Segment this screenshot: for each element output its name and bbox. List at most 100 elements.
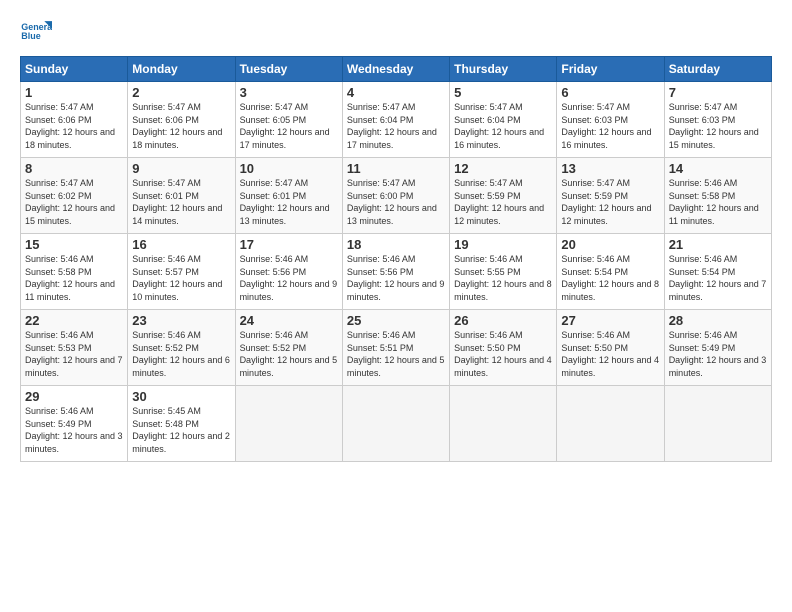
calendar-cell: 6 Sunrise: 5:47 AMSunset: 6:03 PMDayligh… <box>557 82 664 158</box>
col-header-friday: Friday <box>557 57 664 82</box>
day-number: 11 <box>347 161 445 176</box>
col-header-thursday: Thursday <box>450 57 557 82</box>
calendar-cell: 14 Sunrise: 5:46 AMSunset: 5:58 PMDaylig… <box>664 158 771 234</box>
calendar-cell: 19 Sunrise: 5:46 AMSunset: 5:55 PMDaylig… <box>450 234 557 310</box>
day-info: Sunrise: 5:47 AMSunset: 6:03 PMDaylight:… <box>561 102 651 150</box>
day-info: Sunrise: 5:47 AMSunset: 6:01 PMDaylight:… <box>240 178 330 226</box>
day-number: 25 <box>347 313 445 328</box>
day-number: 10 <box>240 161 338 176</box>
day-number: 30 <box>132 389 230 404</box>
calendar-cell: 26 Sunrise: 5:46 AMSunset: 5:50 PMDaylig… <box>450 310 557 386</box>
day-info: Sunrise: 5:47 AMSunset: 6:06 PMDaylight:… <box>132 102 222 150</box>
calendar-cell: 7 Sunrise: 5:47 AMSunset: 6:03 PMDayligh… <box>664 82 771 158</box>
day-number: 17 <box>240 237 338 252</box>
day-number: 23 <box>132 313 230 328</box>
day-number: 13 <box>561 161 659 176</box>
calendar-cell <box>235 386 342 462</box>
day-info: Sunrise: 5:46 AMSunset: 5:56 PMDaylight:… <box>240 254 338 302</box>
calendar-cell: 3 Sunrise: 5:47 AMSunset: 6:05 PMDayligh… <box>235 82 342 158</box>
day-info: Sunrise: 5:46 AMSunset: 5:53 PMDaylight:… <box>25 330 123 378</box>
day-number: 27 <box>561 313 659 328</box>
day-number: 9 <box>132 161 230 176</box>
day-info: Sunrise: 5:47 AMSunset: 5:59 PMDaylight:… <box>454 178 544 226</box>
day-info: Sunrise: 5:46 AMSunset: 5:49 PMDaylight:… <box>669 330 767 378</box>
day-number: 21 <box>669 237 767 252</box>
calendar-cell: 8 Sunrise: 5:47 AMSunset: 6:02 PMDayligh… <box>21 158 128 234</box>
col-header-wednesday: Wednesday <box>342 57 449 82</box>
calendar-table: SundayMondayTuesdayWednesdayThursdayFrid… <box>20 56 772 462</box>
day-number: 24 <box>240 313 338 328</box>
day-info: Sunrise: 5:46 AMSunset: 5:49 PMDaylight:… <box>25 406 123 454</box>
day-info: Sunrise: 5:47 AMSunset: 5:59 PMDaylight:… <box>561 178 651 226</box>
col-header-saturday: Saturday <box>664 57 771 82</box>
calendar-cell: 25 Sunrise: 5:46 AMSunset: 5:51 PMDaylig… <box>342 310 449 386</box>
day-info: Sunrise: 5:46 AMSunset: 5:54 PMDaylight:… <box>669 254 767 302</box>
logo: General Blue <box>20 16 52 48</box>
calendar-cell: 4 Sunrise: 5:47 AMSunset: 6:04 PMDayligh… <box>342 82 449 158</box>
calendar-cell: 1 Sunrise: 5:47 AMSunset: 6:06 PMDayligh… <box>21 82 128 158</box>
calendar-cell: 21 Sunrise: 5:46 AMSunset: 5:54 PMDaylig… <box>664 234 771 310</box>
day-number: 7 <box>669 85 767 100</box>
calendar-cell: 27 Sunrise: 5:46 AMSunset: 5:50 PMDaylig… <box>557 310 664 386</box>
day-info: Sunrise: 5:46 AMSunset: 5:51 PMDaylight:… <box>347 330 445 378</box>
day-number: 4 <box>347 85 445 100</box>
day-number: 28 <box>669 313 767 328</box>
day-number: 16 <box>132 237 230 252</box>
day-info: Sunrise: 5:46 AMSunset: 5:52 PMDaylight:… <box>132 330 230 378</box>
day-info: Sunrise: 5:47 AMSunset: 6:05 PMDaylight:… <box>240 102 330 150</box>
day-info: Sunrise: 5:46 AMSunset: 5:57 PMDaylight:… <box>132 254 222 302</box>
col-header-monday: Monday <box>128 57 235 82</box>
day-number: 29 <box>25 389 123 404</box>
day-info: Sunrise: 5:47 AMSunset: 6:04 PMDaylight:… <box>454 102 544 150</box>
day-info: Sunrise: 5:47 AMSunset: 6:01 PMDaylight:… <box>132 178 222 226</box>
day-number: 14 <box>669 161 767 176</box>
calendar-cell <box>557 386 664 462</box>
calendar-cell: 28 Sunrise: 5:46 AMSunset: 5:49 PMDaylig… <box>664 310 771 386</box>
day-info: Sunrise: 5:47 AMSunset: 6:04 PMDaylight:… <box>347 102 437 150</box>
calendar-cell: 24 Sunrise: 5:46 AMSunset: 5:52 PMDaylig… <box>235 310 342 386</box>
calendar-cell: 12 Sunrise: 5:47 AMSunset: 5:59 PMDaylig… <box>450 158 557 234</box>
calendar-cell: 18 Sunrise: 5:46 AMSunset: 5:56 PMDaylig… <box>342 234 449 310</box>
day-info: Sunrise: 5:47 AMSunset: 6:06 PMDaylight:… <box>25 102 115 150</box>
calendar-cell: 30 Sunrise: 5:45 AMSunset: 5:48 PMDaylig… <box>128 386 235 462</box>
day-number: 2 <box>132 85 230 100</box>
day-number: 5 <box>454 85 552 100</box>
day-info: Sunrise: 5:47 AMSunset: 6:02 PMDaylight:… <box>25 178 115 226</box>
calendar-cell: 17 Sunrise: 5:46 AMSunset: 5:56 PMDaylig… <box>235 234 342 310</box>
calendar-cell <box>664 386 771 462</box>
col-header-tuesday: Tuesday <box>235 57 342 82</box>
day-number: 6 <box>561 85 659 100</box>
day-info: Sunrise: 5:46 AMSunset: 5:52 PMDaylight:… <box>240 330 338 378</box>
calendar-cell <box>450 386 557 462</box>
logo-icon: General Blue <box>20 16 52 48</box>
calendar-cell: 13 Sunrise: 5:47 AMSunset: 5:59 PMDaylig… <box>557 158 664 234</box>
day-number: 8 <box>25 161 123 176</box>
svg-text:Blue: Blue <box>21 31 40 41</box>
calendar-cell <box>342 386 449 462</box>
day-info: Sunrise: 5:46 AMSunset: 5:56 PMDaylight:… <box>347 254 445 302</box>
day-info: Sunrise: 5:46 AMSunset: 5:58 PMDaylight:… <box>669 178 759 226</box>
day-info: Sunrise: 5:47 AMSunset: 6:03 PMDaylight:… <box>669 102 759 150</box>
day-number: 19 <box>454 237 552 252</box>
day-number: 20 <box>561 237 659 252</box>
day-info: Sunrise: 5:46 AMSunset: 5:54 PMDaylight:… <box>561 254 659 302</box>
day-number: 15 <box>25 237 123 252</box>
calendar-cell: 5 Sunrise: 5:47 AMSunset: 6:04 PMDayligh… <box>450 82 557 158</box>
day-info: Sunrise: 5:46 AMSunset: 5:55 PMDaylight:… <box>454 254 552 302</box>
calendar-cell: 29 Sunrise: 5:46 AMSunset: 5:49 PMDaylig… <box>21 386 128 462</box>
day-info: Sunrise: 5:46 AMSunset: 5:58 PMDaylight:… <box>25 254 115 302</box>
calendar-cell: 15 Sunrise: 5:46 AMSunset: 5:58 PMDaylig… <box>21 234 128 310</box>
calendar-cell: 23 Sunrise: 5:46 AMSunset: 5:52 PMDaylig… <box>128 310 235 386</box>
calendar-cell: 10 Sunrise: 5:47 AMSunset: 6:01 PMDaylig… <box>235 158 342 234</box>
day-number: 26 <box>454 313 552 328</box>
calendar-cell: 9 Sunrise: 5:47 AMSunset: 6:01 PMDayligh… <box>128 158 235 234</box>
calendar-cell: 2 Sunrise: 5:47 AMSunset: 6:06 PMDayligh… <box>128 82 235 158</box>
day-info: Sunrise: 5:45 AMSunset: 5:48 PMDaylight:… <box>132 406 230 454</box>
calendar-cell: 20 Sunrise: 5:46 AMSunset: 5:54 PMDaylig… <box>557 234 664 310</box>
calendar-cell: 11 Sunrise: 5:47 AMSunset: 6:00 PMDaylig… <box>342 158 449 234</box>
day-number: 22 <box>25 313 123 328</box>
day-number: 12 <box>454 161 552 176</box>
day-number: 3 <box>240 85 338 100</box>
calendar-cell: 16 Sunrise: 5:46 AMSunset: 5:57 PMDaylig… <box>128 234 235 310</box>
day-number: 1 <box>25 85 123 100</box>
